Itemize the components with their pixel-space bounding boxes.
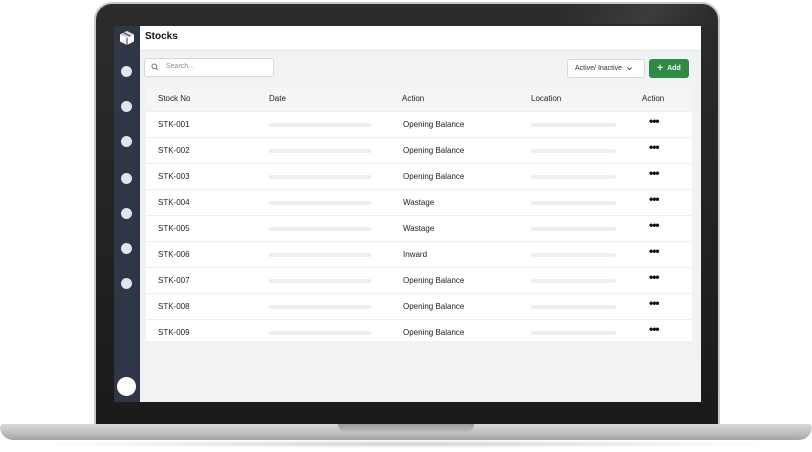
action-cell: Wastage [403,198,435,207]
table-row[interactable]: STK-009 Opening Balance ••• [146,319,692,345]
location-placeholder [531,331,616,335]
more-icon[interactable]: ••• [649,270,660,284]
date-placeholder [269,149,371,153]
laptop-shadow [30,440,782,448]
stock-no-cell: STK-007 [158,276,190,285]
table-row[interactable]: STK-006 Inward ••• [146,241,692,267]
location-placeholder [531,305,616,309]
status-filter-label: Active/ Inactive [575,65,623,72]
date-placeholder [269,123,371,127]
date-placeholder [269,201,371,205]
table-row[interactable]: STK-008 Opening Balance ••• [146,293,692,319]
date-placeholder [269,227,371,231]
avatar[interactable] [117,377,136,396]
location-placeholder [531,227,616,231]
date-placeholder [269,331,371,335]
date-placeholder [269,175,371,179]
sidebar-item-7[interactable] [121,278,132,289]
stocks-table: Stock No Date Action Location Action STK… [146,87,692,341]
col-row-actions: Action [642,94,665,103]
action-cell: Opening Balance [403,120,465,129]
action-cell: Opening Balance [403,172,465,181]
box-logo-icon[interactable] [117,28,137,48]
stock-no-cell: STK-002 [158,146,190,155]
sidebar-item-6[interactable] [121,243,132,254]
action-cell: Opening Balance [403,276,465,285]
location-placeholder [531,201,616,205]
more-icon[interactable]: ••• [649,322,660,336]
table-row[interactable]: STK-005 Wastage ••• [146,215,692,241]
table-row[interactable]: STK-002 Opening Balance ••• [146,137,692,163]
action-cell: Opening Balance [403,146,465,155]
more-icon[interactable]: ••• [649,218,660,232]
more-icon[interactable]: ••• [649,140,660,154]
col-location[interactable]: Location [531,94,561,103]
stock-no-cell: STK-004 [158,198,190,207]
status-filter-select[interactable]: Active/ Inactive [567,59,645,78]
search-placeholder: Search... [166,63,195,70]
date-placeholder [269,305,371,309]
location-placeholder [531,253,616,257]
add-button-label: Add [667,65,681,72]
sidebar-item-5[interactable] [121,208,132,219]
location-placeholder [531,279,616,283]
date-placeholder [269,279,371,283]
date-placeholder [269,253,371,257]
location-placeholder [531,175,616,179]
search-icon [151,63,159,71]
sidebar-item-2[interactable] [121,101,132,112]
add-button[interactable]: + Add [649,59,689,78]
col-action[interactable]: Action [402,94,424,103]
stock-no-cell: STK-008 [158,302,190,311]
app-screen: Stocks Search... Active/ Inactive + Add … [114,26,701,402]
stock-no-cell: STK-001 [158,120,190,129]
location-placeholder [531,123,616,127]
more-icon[interactable]: ••• [649,244,660,258]
bezel-glare [560,4,710,24]
more-icon[interactable]: ••• [649,114,660,128]
more-icon[interactable]: ••• [649,192,660,206]
table-row[interactable]: STK-004 Wastage ••• [146,189,692,215]
stock-no-cell: STK-003 [158,172,190,181]
stock-no-cell: STK-009 [158,328,190,337]
sidebar-item-3[interactable] [121,136,132,147]
sidebar-item-1[interactable] [121,66,132,77]
sidebar [114,26,140,402]
more-icon[interactable]: ••• [649,296,660,310]
col-date[interactable]: Date [269,94,286,103]
stock-no-cell: STK-005 [158,224,190,233]
action-cell: Inward [403,250,428,259]
sidebar-item-4[interactable] [121,173,132,184]
table-row[interactable]: STK-001 Opening Balance ••• [146,111,692,137]
action-cell: Opening Balance [403,328,465,337]
stock-no-cell: STK-006 [158,250,190,259]
plus-icon: + [657,62,664,74]
location-placeholder [531,149,616,153]
action-cell: Opening Balance [403,302,465,311]
chevron-down-icon [627,67,632,71]
page-title: Stocks [145,31,178,42]
col-stock-no[interactable]: Stock No [158,94,190,103]
table-row[interactable]: STK-007 Opening Balance ••• [146,267,692,293]
table-row[interactable]: STK-003 Opening Balance ••• [146,163,692,189]
search-input[interactable]: Search... [144,58,274,77]
table-header: Stock No Date Action Location Action [146,87,692,111]
more-icon[interactable]: ••• [649,166,660,180]
top-bar: Stocks [140,26,701,51]
laptop-notch [338,424,474,432]
action-cell: Wastage [403,224,435,233]
